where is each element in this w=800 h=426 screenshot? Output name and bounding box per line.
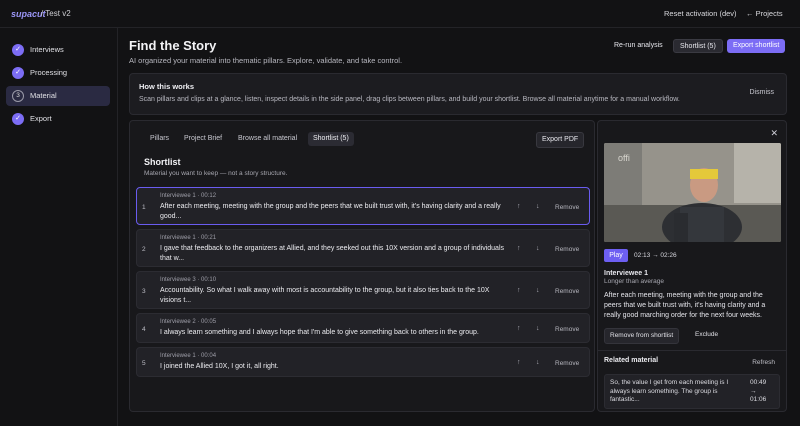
row-index: 3 [142, 288, 146, 295]
projects-link[interactable]: ← Projects [746, 9, 783, 18]
check-icon: ✓ [12, 67, 24, 79]
refresh-button[interactable]: Refresh [752, 359, 775, 366]
row-meta: Interviewee 1 · 00:12 [160, 193, 217, 199]
move-down-icon[interactable]: ↓ [536, 287, 540, 294]
remove-button[interactable]: Remove [555, 288, 579, 295]
shortlist-row[interactable]: 2 Interviewee 1 · 00:21 I gave that feed… [136, 229, 590, 267]
shortlist-subtitle: Material you want to keep — not a story … [144, 170, 288, 177]
divider [598, 350, 786, 351]
move-up-icon[interactable]: ↑ [517, 203, 521, 210]
move-down-icon[interactable]: ↓ [536, 359, 540, 366]
remove-button[interactable]: Remove [555, 246, 579, 253]
shortlist-row[interactable]: 3 Interviewee 3 · 00:10 Accountability. … [136, 271, 590, 309]
move-down-icon[interactable]: ↓ [536, 325, 540, 332]
step-export[interactable]: ✓ Export [6, 109, 110, 129]
tab-project-brief[interactable]: Project Brief [179, 132, 227, 146]
row-text: After each meeting, meeting with the gro… [160, 203, 501, 220]
step-interviews[interactable]: ✓ Interviews [6, 40, 110, 60]
step-material[interactable]: 3 Material [6, 86, 110, 106]
move-down-icon[interactable]: ↓ [536, 245, 540, 252]
banner-title: How this works [139, 82, 195, 91]
page-title: Find the Story [129, 38, 217, 53]
move-up-icon[interactable]: ↑ [517, 245, 521, 252]
reset-activation-button[interactable]: Reset activation (dev) [664, 9, 737, 18]
check-icon: ✓ [12, 113, 24, 125]
move-up-icon[interactable]: ↑ [517, 359, 521, 366]
tab-browse-all[interactable]: Browse all material [233, 132, 302, 146]
rerun-analysis-button[interactable]: Re-run analysis [608, 39, 669, 53]
speaker-name: Interviewee 1 [604, 270, 648, 277]
shortlist-button[interactable]: Shortlist (5) [673, 39, 723, 53]
related-title: Related material [604, 357, 659, 364]
step-label: Export [30, 114, 52, 123]
row-index: 2 [142, 246, 146, 253]
export-pdf-button[interactable]: Export PDF [536, 132, 585, 148]
remove-from-shortlist-button[interactable]: Remove from shortlist [604, 328, 680, 344]
step-number: 3 [12, 90, 24, 102]
remove-button[interactable]: Remove [555, 360, 579, 367]
shortlist-title: Shortlist [144, 157, 181, 167]
related-time: 00:49 → 01:06 [750, 379, 766, 405]
shortlist-row[interactable]: 4 Interviewee 2 · 00:05 I always learn s… [136, 313, 590, 343]
related-end: 01:06 [750, 396, 767, 403]
tab-shortlist[interactable]: Shortlist (5) [308, 132, 354, 146]
shortlist-row[interactable]: 1 Interviewee 1 · 00:12 After each meeti… [136, 187, 590, 225]
step-label: Processing [30, 68, 68, 77]
step-sidebar: ✓ Interviews ✓ Processing 3 Material ✓ E… [0, 28, 118, 426]
export-shortlist-button[interactable]: Export shortlist [727, 39, 786, 53]
row-text: I gave that feedback to the organizers a… [160, 245, 505, 262]
clip-transcript: After each meeting, meeting with the gro… [604, 292, 766, 319]
move-down-icon[interactable]: ↓ [536, 203, 540, 210]
row-meta: Interviewee 3 · 00:10 [160, 277, 217, 283]
tab-pillars[interactable]: Pillars [145, 132, 174, 146]
clip-length-note: Longer than average [604, 278, 664, 285]
material-panel: Pillars Project Brief Browse all materia… [129, 120, 595, 412]
related-item[interactable]: So, the value I get from each meeting is… [604, 374, 780, 409]
clip-time-range: 02:13 → 02:26 [634, 252, 677, 259]
arrow-right-icon: → [750, 387, 757, 395]
step-label: Interviews [30, 45, 64, 54]
banner-text: Scan pillars and clips at a glance, list… [139, 96, 680, 103]
top-bar: supacut / Test v2 Reset activation (dev)… [0, 0, 800, 28]
page-subtitle: AI organized your material into thematic… [129, 56, 403, 65]
project-name: / Test v2 [41, 9, 71, 18]
move-up-icon[interactable]: ↑ [517, 325, 521, 332]
office-sign: offi [618, 153, 630, 163]
remove-button[interactable]: Remove [555, 326, 579, 333]
remove-button[interactable]: Remove [555, 204, 579, 211]
clip-detail-panel: ✕ offi Play 02:13 → 02:26 Interviewee 1 … [597, 120, 787, 412]
close-icon[interactable]: ✕ [770, 128, 778, 139]
video-frame: offi [604, 143, 781, 242]
move-up-icon[interactable]: ↑ [517, 287, 521, 294]
row-text: Accountability. So what I walk away with… [160, 287, 490, 304]
play-button[interactable]: Play [604, 249, 628, 262]
step-processing[interactable]: ✓ Processing [6, 63, 110, 83]
video-player[interactable]: offi [604, 143, 781, 242]
shortlist-row[interactable]: 5 Interviewee 1 · 00:04 I joined the All… [136, 347, 590, 377]
exclude-button[interactable]: Exclude [690, 328, 723, 342]
step-label: Material [30, 91, 57, 100]
related-text: So, the value I get from each meeting is… [610, 379, 729, 403]
row-index: 1 [142, 204, 146, 211]
row-meta: Interviewee 1 · 00:21 [160, 235, 217, 241]
row-meta: Interviewee 2 · 00:05 [160, 319, 217, 325]
dismiss-button[interactable]: Dismiss [750, 89, 775, 96]
row-meta: Interviewee 1 · 00:04 [160, 353, 217, 359]
how-this-works-banner: How this works Scan pillars and clips at… [129, 73, 787, 115]
related-start: 00:49 [750, 379, 767, 386]
check-icon: ✓ [12, 44, 24, 56]
row-index: 5 [142, 360, 146, 367]
row-text: I always learn something and I always ho… [160, 329, 479, 336]
row-index: 4 [142, 326, 146, 333]
row-text: I joined the Allied 10X, I got it, all r… [160, 363, 279, 370]
